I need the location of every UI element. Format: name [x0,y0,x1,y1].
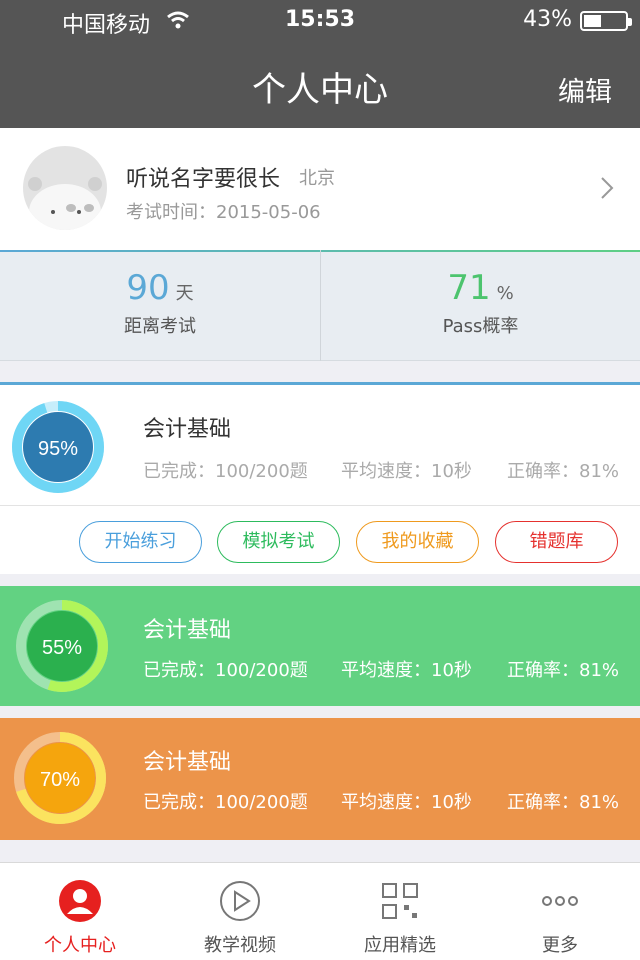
progress-ring: 55% [16,600,108,692]
chevron-right-icon [600,176,614,204]
average-speed: 平均速度：10秒 [341,461,472,482]
more-dots-icon [542,896,578,906]
days-unit: 天 [175,283,194,304]
course-card[interactable]: 95% 会计基础 已完成：100/200题 平均速度：10秒 正确率：81% 开… [0,382,640,574]
edit-button[interactable]: 编辑 [558,70,612,109]
battery-percent: 43% [523,7,572,32]
tab-label: 教学视频 [204,935,276,956]
days-value: 90 [126,268,170,308]
progress-percent: 95% [38,438,78,460]
pass-label: Pass概率 [442,316,519,337]
mock-exam-button[interactable]: 模拟考试 [217,521,340,563]
status-bar: 中国移动 15:53 43% [0,0,640,40]
completed-count: 已完成：100/200题 [143,660,308,681]
days-label: 距离考试 [124,316,196,337]
progress-ring: 70% [14,732,106,824]
tab-label: 应用精选 [364,935,436,956]
page-title: 个人中心 [252,70,388,110]
tab-more[interactable]: 更多 [480,863,640,960]
apps-grid-icon [382,883,418,919]
tab-teaching-videos[interactable]: 教学视频 [160,863,320,960]
accuracy-rate: 正确率：81% [507,792,620,813]
completed-count: 已完成：100/200题 [143,461,308,482]
user-name: 听说名字要很长 [126,167,281,192]
course-title: 会计基础 [143,618,232,643]
user-icon [59,880,101,922]
accuracy-rate: 正确率：81% [507,660,620,681]
tab-personal-center[interactable]: 个人中心 [0,863,160,960]
battery-icon [580,11,632,31]
start-practice-button[interactable]: 开始练习 [79,521,202,563]
course-title: 会计基础 [143,750,232,775]
average-speed: 平均速度：10秒 [341,660,472,681]
user-city: 北京 [299,168,335,189]
pass-rate-stat: 71% Pass概率 [320,250,640,361]
completed-count: 已完成：100/200题 [143,792,308,813]
tab-label: 更多 [542,935,578,956]
course-card[interactable]: 70% 会计基础 已完成：100/200题 平均速度：10秒 正确率：81% [0,718,640,840]
progress-percent: 55% [42,637,82,659]
course-card[interactable]: 55% 会计基础 已完成：100/200题 平均速度：10秒 正确率：81% [0,586,640,706]
favorites-button[interactable]: 我的收藏 [356,521,479,563]
tab-featured-apps[interactable]: 应用精选 [320,863,480,960]
pass-value: 71 [447,268,491,308]
nav-bar: 个人中心 编辑 [0,40,640,128]
avatar[interactable] [23,146,107,230]
play-icon [220,881,260,921]
average-speed: 平均速度：10秒 [341,792,472,813]
progress-percent: 70% [40,769,80,791]
wrong-questions-button[interactable]: 错题库 [495,521,618,563]
exam-date: 考试时间：2015-05-06 [126,202,321,223]
pass-unit: % [496,283,514,304]
stats-panel: 90 天 距离考试 71% Pass概率 [0,250,640,361]
tab-label: 个人中心 [44,935,116,956]
course-title: 会计基础 [143,417,232,442]
days-to-exam-stat: 90 天 距离考试 [0,250,320,361]
progress-ring: 95% [12,401,104,493]
accuracy-rate: 正确率：81% [507,461,620,482]
tab-bar: 个人中心 教学视频 应用精选 更多 [0,862,640,960]
profile-card[interactable]: 听说名字要很长 北京 考试时间：2015-05-06 [0,128,640,250]
